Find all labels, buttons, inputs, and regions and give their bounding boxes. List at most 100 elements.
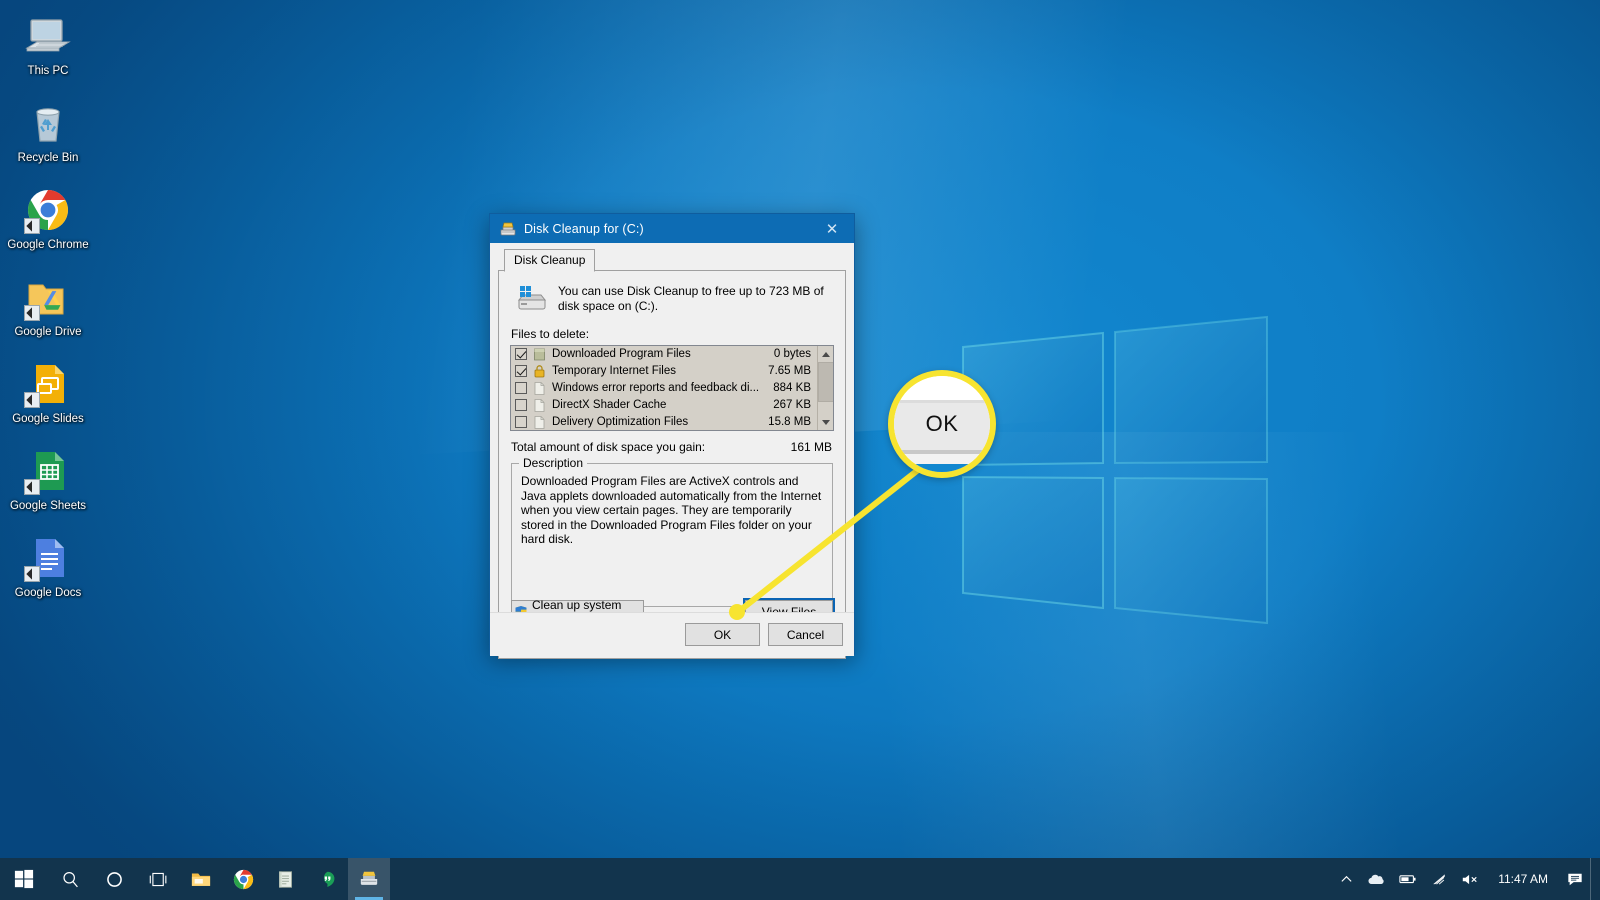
desktop-icon-label: Recycle Bin	[17, 152, 79, 164]
file-name: Delivery Optimization Files	[552, 415, 689, 428]
file-checkbox[interactable]	[515, 415, 527, 428]
total-space-row: Total amount of disk space you gain: 161…	[511, 440, 832, 454]
desktop-icon-label: Google Docs	[14, 587, 82, 599]
desktop-icon-column: This PC Recycle Bin Google Chrome Google…	[0, 6, 96, 615]
search-icon[interactable]	[48, 858, 92, 900]
dialog-title-text: Disk Cleanup for (C:)	[524, 221, 644, 236]
document-icon	[533, 415, 546, 429]
recycle-bin-icon	[24, 99, 72, 147]
tab-panel-disk-cleanup: You can use Disk Cleanup to free up to 7…	[498, 271, 846, 659]
desktop-icon-google-drive[interactable]: Google Drive	[0, 267, 96, 343]
google-chrome-icon	[24, 186, 72, 234]
desktop-icon-label: Google Drive	[14, 326, 82, 338]
mag-band-light	[894, 454, 990, 464]
file-list-row[interactable]: Temporary Internet Files 7.65 MB	[511, 363, 817, 380]
file-name: Temporary Internet Files	[552, 365, 676, 378]
disk-cleanup-icon[interactable]	[348, 858, 390, 900]
desktop-icon-google-docs[interactable]: Google Docs	[0, 528, 96, 604]
speaker-muted-icon[interactable]	[1454, 858, 1486, 900]
mag-band-white	[894, 376, 990, 400]
description-legend: Description	[519, 456, 588, 470]
wifi-icon[interactable]	[1424, 858, 1454, 900]
cortana-circle-icon[interactable]	[92, 858, 136, 900]
desktop-icon-label: Google Slides	[12, 413, 84, 425]
shortcut-overlay-icon	[24, 218, 40, 234]
file-list-row[interactable]: DirectX Shader Cache 267 KB	[511, 396, 817, 413]
desktop-icon-google-slides[interactable]: Google Slides	[0, 354, 96, 430]
description-group: Description Downloaded Program Files are…	[511, 456, 833, 607]
mag-band-desktop	[894, 464, 990, 472]
dialog-footer: OK Cancel	[490, 612, 854, 656]
file-list-row[interactable]: Windows error reports and feedback di...…	[511, 380, 817, 397]
google-slides-icon	[24, 360, 72, 408]
desktop-icon-this-pc[interactable]: This PC	[0, 6, 96, 82]
file-explorer-icon[interactable]	[180, 858, 222, 900]
google-sheets-icon	[24, 447, 72, 495]
file-list-row[interactable]: Delivery Optimization Files 15.8 MB	[511, 413, 817, 430]
dialog-title-bar[interactable]: Disk Cleanup for (C:) ✕	[490, 214, 854, 243]
files-to-delete-label: Files to delete:	[511, 327, 590, 341]
this-pc-icon	[24, 12, 72, 60]
taskbar-clock[interactable]: 11:47 AM	[1486, 858, 1560, 900]
windows-drive-icon	[516, 284, 548, 312]
desktop[interactable]: This PC Recycle Bin Google Chrome Google…	[0, 0, 1600, 900]
google-drive-icon	[24, 273, 72, 321]
magnifier-ok-label: OK	[925, 411, 959, 436]
document-icon	[533, 381, 546, 395]
cancel-button[interactable]: Cancel	[768, 623, 843, 646]
dialog-body: Disk Cleanup You can use Disk Cleanup to…	[490, 243, 854, 659]
taskbar[interactable]: 11:47 AM	[0, 858, 1600, 900]
action-center-icon[interactable]	[1560, 858, 1590, 900]
file-checkbox[interactable]	[515, 381, 527, 394]
scroll-down-arrow-icon[interactable]	[818, 414, 833, 430]
disk-cleanup-dialog[interactable]: Disk Cleanup for (C:) ✕ Disk Cleanup You…	[489, 213, 855, 659]
desktop-icon-label: This PC	[27, 65, 69, 77]
file-name: Windows error reports and feedback di...	[552, 381, 760, 394]
desktop-icon-google-chrome[interactable]: Google Chrome	[0, 180, 96, 256]
total-space-label: Total amount of disk space you gain:	[511, 440, 706, 454]
ok-button[interactable]: OK	[685, 623, 760, 646]
google-chrome-icon[interactable]	[222, 858, 264, 900]
show-desktop-button[interactable]	[1590, 858, 1598, 900]
file-list-row[interactable]: Downloaded Program Files 0 bytes	[511, 346, 817, 363]
shortcut-overlay-icon	[24, 566, 40, 582]
google-docs-icon	[24, 534, 72, 582]
folder-green-icon	[533, 347, 546, 361]
windows-logo-wallpaper	[962, 315, 1268, 625]
file-size: 884 KB	[773, 381, 811, 394]
file-checkbox[interactable]	[515, 365, 527, 378]
desktop-icon-google-sheets[interactable]: Google Sheets	[0, 441, 96, 517]
shortcut-overlay-icon	[24, 479, 40, 495]
magnifier-callout: OK	[888, 370, 996, 478]
windows-start-icon[interactable]	[0, 858, 48, 900]
notepad-icon[interactable]	[264, 858, 306, 900]
shortcut-overlay-icon	[24, 305, 40, 321]
tab-disk-cleanup[interactable]: Disk Cleanup	[504, 249, 596, 272]
file-size: 7.65 MB	[768, 365, 811, 378]
files-list-box[interactable]: Downloaded Program Files 0 bytes Temporary…	[510, 345, 834, 431]
desktop-icon-label: Google Sheets	[9, 500, 87, 512]
onedrive-cloud-icon[interactable]	[1360, 858, 1392, 900]
close-icon[interactable]: ✕	[810, 214, 854, 243]
files-list[interactable]: Downloaded Program Files 0 bytes Temporary…	[511, 346, 817, 430]
scroll-up-arrow-icon[interactable]	[818, 346, 833, 362]
desktop-icon-label: Google Chrome	[7, 239, 89, 251]
system-tray: 11:47 AM	[1333, 858, 1600, 900]
battery-icon[interactable]	[1392, 858, 1424, 900]
tab-strip: Disk Cleanup	[498, 249, 846, 272]
file-name: DirectX Shader Cache	[552, 398, 667, 411]
document-icon	[533, 398, 546, 412]
description-text: Downloaded Program Files are ActiveX con…	[521, 474, 822, 546]
files-list-scrollbar[interactable]	[817, 346, 833, 430]
scrollbar-thumb[interactable]	[818, 362, 833, 402]
file-size: 15.8 MB	[768, 415, 811, 428]
file-checkbox[interactable]	[515, 348, 527, 361]
hangouts-icon[interactable]	[306, 858, 348, 900]
scrollbar-track[interactable]	[818, 362, 833, 414]
chevron-up-icon[interactable]	[1333, 858, 1360, 900]
intro-row: You can use Disk Cleanup to free up to 7…	[510, 283, 834, 314]
desktop-icon-recycle-bin[interactable]: Recycle Bin	[0, 93, 96, 169]
file-size: 0 bytes	[773, 348, 811, 361]
file-checkbox[interactable]	[515, 398, 527, 411]
task-view-icon[interactable]	[136, 858, 180, 900]
